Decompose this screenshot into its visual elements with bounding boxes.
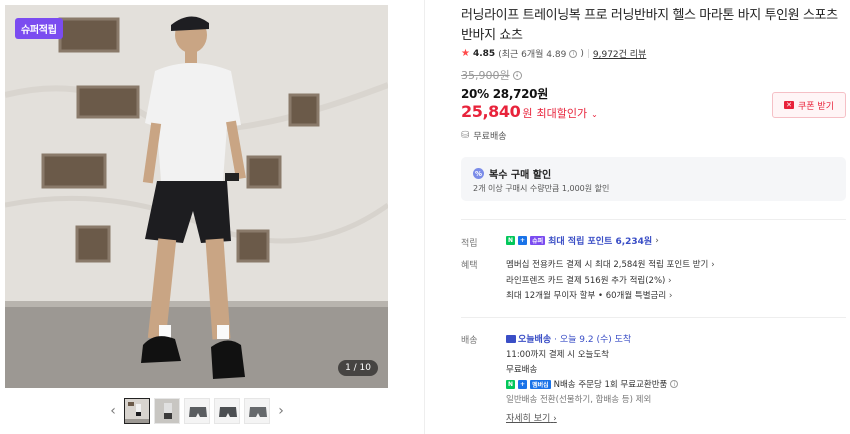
- percent-icon: %: [473, 168, 484, 179]
- info-icon[interactable]: i: [670, 380, 679, 388]
- multi-buy-desc: 2개 이상 구매시 수량만큼 1,000원 할인: [473, 184, 610, 193]
- benefit-text: 최대 12개월 무이자 할부 • 60개월 특별금리: [506, 291, 667, 301]
- thumbnail-2[interactable]: [154, 398, 180, 424]
- max-points-link[interactable]: 최대 적립 포인트 6,234원: [548, 234, 652, 247]
- today-delivery-badge: 오늘배송: [506, 332, 551, 345]
- npay-super-icon: 슈퍼: [530, 236, 546, 245]
- delivery-cutoff: 11:00까지 결제 시 오늘도착: [506, 350, 609, 360]
- thumbnail-1[interactable]: [124, 398, 150, 424]
- thumbnail-5[interactable]: [244, 398, 270, 424]
- max-discount-unit: 원: [522, 107, 533, 120]
- benefit-line[interactable]: 최대 12개월 무이자 할부 • 60개월 특별금리 ›: [506, 289, 672, 301]
- thumbnail-4[interactable]: [214, 398, 240, 424]
- coupon-button-label: 쿠폰 받기: [798, 101, 834, 112]
- multi-buy-title-row: % 복수 구매 할인: [473, 166, 551, 181]
- delivery-date: · 오늘 9.2 (수) 도착: [554, 335, 632, 345]
- thumbnail-3[interactable]: [184, 398, 210, 424]
- chevron-right-icon[interactable]: ›: [274, 397, 288, 425]
- chevron-left-icon[interactable]: ‹: [106, 397, 120, 425]
- delivery-return-text: N배송 주문당 1회 무료교환반품: [553, 380, 668, 390]
- npay-n-icon: N: [506, 379, 516, 389]
- sale-price-row: 20% 28,720원: [461, 85, 548, 102]
- rating-value: 4.85: [472, 48, 496, 59]
- chevron-right-icon: ›: [553, 414, 557, 424]
- sale-price: 28,720원: [492, 87, 549, 101]
- max-discount-price: 25,840: [461, 102, 521, 121]
- delivery-return-row: N + 멤버십 N배송 주문당 1회 무료교환반품 i: [506, 378, 679, 390]
- npay-plus-icon: +: [518, 236, 528, 245]
- chevron-right-icon: ›: [711, 260, 715, 270]
- column-divider: [424, 0, 425, 434]
- coupon-icon: ✕: [784, 101, 794, 109]
- benefit-text: 라인프렌즈 카드 결제 516원 추가 적립(2%): [506, 276, 666, 286]
- chevron-right-icon: ›: [668, 276, 672, 286]
- product-photo: [5, 5, 388, 388]
- divider: [461, 219, 846, 220]
- rating-row: ★ 4.85 (최근 6개월 4.89 i ) | 9,972건 리뷰: [461, 47, 646, 60]
- npay-membership-icon: 멤버십: [530, 379, 551, 389]
- delivery-head: 오늘배송 · 오늘 9.2 (수) 도착: [506, 332, 631, 345]
- coupon-button[interactable]: ✕ 쿠폰 받기: [772, 92, 846, 118]
- npay-n-icon: N: [506, 236, 516, 245]
- review-count-link[interactable]: 9,972건 리뷰: [593, 47, 646, 60]
- benefits-label: 혜택: [461, 261, 478, 271]
- delivery-free: 무료배송: [506, 365, 538, 375]
- multi-buy-discount-box: % 복수 구매 할인 2개 이상 구매시 수량만큼 1,000원 할인: [461, 157, 846, 201]
- delivery-label: 배송: [461, 336, 478, 346]
- original-price-value: 35,900원: [461, 69, 510, 82]
- thumbnail-strip: ‹ ›: [0, 396, 394, 426]
- benefit-line[interactable]: 라인프렌즈 카드 결제 516원 추가 적립(2%) ›: [506, 274, 672, 286]
- discount-rate: 20%: [461, 87, 489, 101]
- shipping-text: 무료배송: [473, 132, 507, 142]
- super-point-badge: 슈퍼적립: [15, 18, 63, 39]
- benefit-line[interactable]: 멤버십 전용카드 결제 시 최대 2,584원 적립 포인트 받기 ›: [506, 258, 715, 270]
- product-main-image[interactable]: 슈퍼적립 1 / 10: [5, 5, 388, 388]
- today-delivery-label: 오늘배송: [518, 335, 552, 345]
- shipping-row: ⛁ 무료배송: [461, 129, 507, 142]
- chevron-down-icon[interactable]: ⌄: [591, 110, 598, 119]
- max-discount-row[interactable]: 25,840 원 최대할인가 ⌄: [461, 102, 598, 121]
- separator: |: [586, 48, 590, 59]
- info-icon[interactable]: i: [569, 49, 578, 58]
- multi-buy-title: 복수 구매 할인: [489, 170, 552, 181]
- delivery-detail-link[interactable]: 자세히 보기 ›: [506, 411, 557, 424]
- divider: [461, 317, 846, 318]
- photo-counter: 1 / 10: [338, 360, 378, 376]
- benefit-text: 멤버십 전용카드 결제 시 최대 2,584원 적립 포인트 받기: [506, 260, 709, 270]
- rating-detail: (최근 6개월 4.89: [498, 50, 567, 60]
- today-delivery-icon: [506, 334, 516, 343]
- max-discount-label: 최대할인가: [536, 107, 588, 120]
- price-info-icon[interactable]: i: [512, 70, 522, 80]
- truck-icon: ⛁: [461, 130, 470, 141]
- delivery-exclude: 일반배송 전환(선물하기, 합배송 등) 제외: [506, 395, 652, 405]
- star-icon: ★: [461, 48, 470, 59]
- points-label: 적립: [461, 239, 478, 249]
- delivery-detail-label: 자세히 보기: [506, 414, 551, 424]
- points-row[interactable]: N + 슈퍼 최대 적립 포인트 6,234원 ›: [506, 234, 659, 247]
- chevron-right-icon: ›: [655, 235, 659, 246]
- rating-detail-close: ): [580, 48, 584, 59]
- npay-plus-icon: +: [518, 379, 528, 389]
- original-price: 35,900원 i: [461, 67, 522, 83]
- chevron-right-icon: ›: [668, 291, 673, 301]
- product-title: 러닝라이프 트레이닝복 프로 러닝반바지 헬스 마라톤 바지 투인원 스포츠 반…: [461, 8, 838, 43]
